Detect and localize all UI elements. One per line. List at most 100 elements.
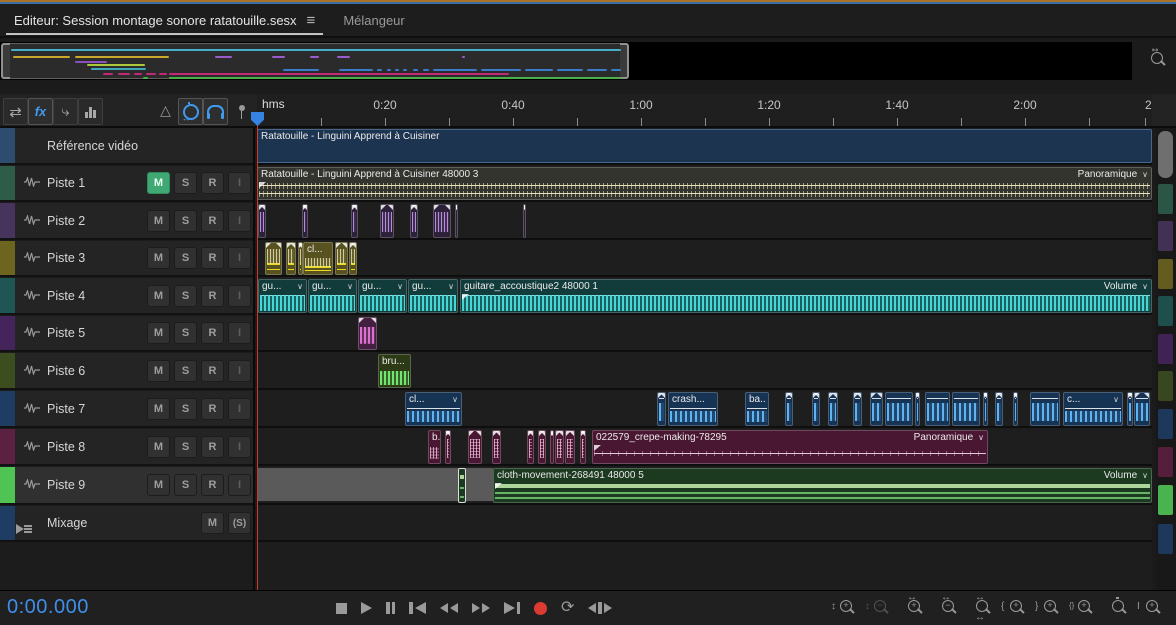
track-header-piste-7[interactable]: Piste 7MSRI: [0, 391, 255, 428]
track-solo-button[interactable]: S: [174, 360, 197, 382]
marker-pin-icon[interactable]: [229, 98, 254, 125]
clip-automation-mode-label[interactable]: Volume: [1104, 280, 1137, 293]
track-mute-button[interactable]: M: [147, 360, 170, 382]
audio-clip[interactable]: [828, 392, 838, 426]
track-header-piste-5[interactable]: Piste 5MSRI: [0, 316, 255, 352]
audio-clip[interactable]: [565, 430, 575, 464]
tab-mixer[interactable]: Mélangeur: [329, 4, 418, 36]
track-record-arm-button[interactable]: R: [201, 474, 224, 496]
panel-menu-icon[interactable]: ≡: [307, 12, 316, 29]
chevron-down-icon[interactable]: ∨: [1142, 168, 1148, 181]
track-lane-piste-5[interactable]: [257, 316, 1152, 352]
track-input-monitor-button[interactable]: I: [228, 210, 251, 232]
track-mute-button[interactable]: M: [147, 436, 170, 458]
track-mute-button[interactable]: M: [147, 210, 170, 232]
track-solo-button[interactable]: S: [174, 474, 197, 496]
track-solo-button[interactable]: S: [174, 436, 197, 458]
clip-automation-mode-label[interactable]: Panoramique: [1078, 168, 1137, 181]
track-record-arm-button[interactable]: R: [201, 172, 224, 194]
transport-rewind-button[interactable]: [440, 600, 458, 616]
transport-play-button[interactable]: [361, 600, 372, 616]
audio-clip[interactable]: [302, 204, 308, 238]
vertical-scrollbar[interactable]: [1156, 128, 1176, 590]
audio-clip-b-[interactable]: b...: [428, 430, 441, 464]
audio-clip[interactable]: [410, 204, 418, 238]
audio-clip[interactable]: [349, 242, 357, 275]
navigator-right-handle[interactable]: [620, 43, 629, 79]
zoom-in-time-button[interactable]: ↔+: [901, 598, 925, 619]
audio-clip[interactable]: [952, 392, 980, 426]
audio-clip[interactable]: [915, 392, 920, 426]
audio-clip[interactable]: [455, 204, 458, 238]
audio-clip[interactable]: [258, 204, 266, 238]
audio-clip-gu-[interactable]: gu...∨: [308, 279, 357, 313]
transport-go-start-button[interactable]: [409, 600, 426, 616]
track-lane-mixage[interactable]: [257, 506, 1152, 542]
audio-clip-guitare-accoustique2-48000-1[interactable]: guitare_accoustique2 48000 1Volume∨: [460, 279, 1152, 313]
track-mute-button[interactable]: M: [147, 322, 170, 344]
track-solo-button[interactable]: S: [174, 210, 197, 232]
transport-loop-button[interactable]: ⟳: [561, 600, 574, 616]
track-header-piste-4[interactable]: Piste 4MSRI: [0, 278, 255, 315]
metering-bars-icon[interactable]: [78, 98, 103, 125]
audio-clip[interactable]: [550, 430, 554, 464]
track-input-monitor-button[interactable]: I: [228, 172, 251, 194]
audio-clip[interactable]: [885, 392, 913, 426]
timeline-ruler[interactable]: hms 0:200:401:001:201:402:002:: [257, 94, 1152, 128]
audio-clip[interactable]: [870, 392, 883, 426]
track-input-monitor-button[interactable]: I: [228, 474, 251, 496]
chevron-down-icon[interactable]: ∨: [1113, 393, 1119, 406]
track-header-piste-6[interactable]: Piste 6MSRI: [0, 353, 255, 390]
navigator-left-handle[interactable]: [1, 43, 10, 79]
zoom-to-playhead-button[interactable]: [1105, 598, 1129, 619]
track-record-arm-button[interactable]: R: [201, 247, 224, 269]
vertical-scrollbar-thumb[interactable]: [1158, 131, 1173, 178]
audio-clip[interactable]: [785, 392, 793, 426]
audio-clip[interactable]: [1013, 392, 1018, 426]
zoom-reset-button[interactable]: ↔↔: [969, 598, 993, 619]
audio-clip[interactable]: [538, 430, 546, 464]
track-lane-piste-3[interactable]: [257, 241, 1152, 277]
audio-clip[interactable]: [492, 430, 501, 464]
zoom-in-in-point-button[interactable]: {+: [1003, 598, 1027, 619]
audio-clip-bru-[interactable]: bru...: [378, 354, 411, 388]
audio-clip[interactable]: [657, 392, 666, 426]
audio-clip[interactable]: [812, 392, 820, 426]
audio-clip-cl-[interactable]: cl...: [303, 242, 333, 275]
audio-clip[interactable]: [983, 392, 988, 426]
track-record-arm-button[interactable]: R: [201, 210, 224, 232]
track-mute-button[interactable]: M: [201, 512, 224, 534]
audio-clip[interactable]: [380, 204, 394, 238]
track-header-mixage[interactable]: MixageM(S): [0, 506, 255, 542]
audio-clip[interactable]: [527, 430, 534, 464]
audio-clip[interactable]: [445, 430, 451, 464]
audio-clip-ratatouille-linguini-apprend-cuisiner-48000-3[interactable]: Ratatouille - Linguini Apprend à Cuisine…: [257, 167, 1152, 200]
chevron-down-icon[interactable]: ∨: [1142, 469, 1148, 482]
transport-stop-button[interactable]: [336, 600, 347, 616]
track-header-r-f-rence-vid-o[interactable]: Référence vidéo: [0, 128, 255, 165]
audio-clip[interactable]: [458, 468, 466, 503]
audio-clip[interactable]: [555, 430, 564, 464]
audio-clip[interactable]: [1030, 392, 1060, 426]
track-solo-button[interactable]: S: [174, 285, 197, 307]
track-input-monitor-button[interactable]: I: [228, 285, 251, 307]
track-header-piste-8[interactable]: Piste 8MSRI: [0, 429, 255, 466]
zoom-out-time-button[interactable]: ↔−: [935, 598, 959, 619]
track-mute-button[interactable]: M: [147, 474, 170, 496]
audio-clip-gu-[interactable]: gu...∨: [358, 279, 407, 313]
stretch-clock-toggle[interactable]: [178, 98, 203, 125]
audio-clip[interactable]: [523, 204, 526, 238]
track-mute-button[interactable]: M: [147, 247, 170, 269]
split-route-icon[interactable]: ⤷: [53, 98, 78, 125]
audio-clip-cl-[interactable]: cl...∨: [405, 392, 462, 426]
zoom-in-amplitude-button[interactable]: ↕+: [833, 598, 857, 619]
track-record-arm-button[interactable]: R: [201, 398, 224, 420]
zoom-to-selection-button[interactable]: {}+: [1071, 598, 1095, 619]
transport-fast-forward-button[interactable]: [472, 600, 490, 616]
navigator-viewport[interactable]: [2, 43, 628, 79]
audio-clip[interactable]: [335, 242, 348, 275]
track-record-arm-button[interactable]: R: [201, 285, 224, 307]
transport-go-end-button[interactable]: [504, 600, 521, 616]
track-header-piste-9[interactable]: Piste 9MSRI: [0, 467, 255, 505]
track-solo-button[interactable]: S: [174, 398, 197, 420]
